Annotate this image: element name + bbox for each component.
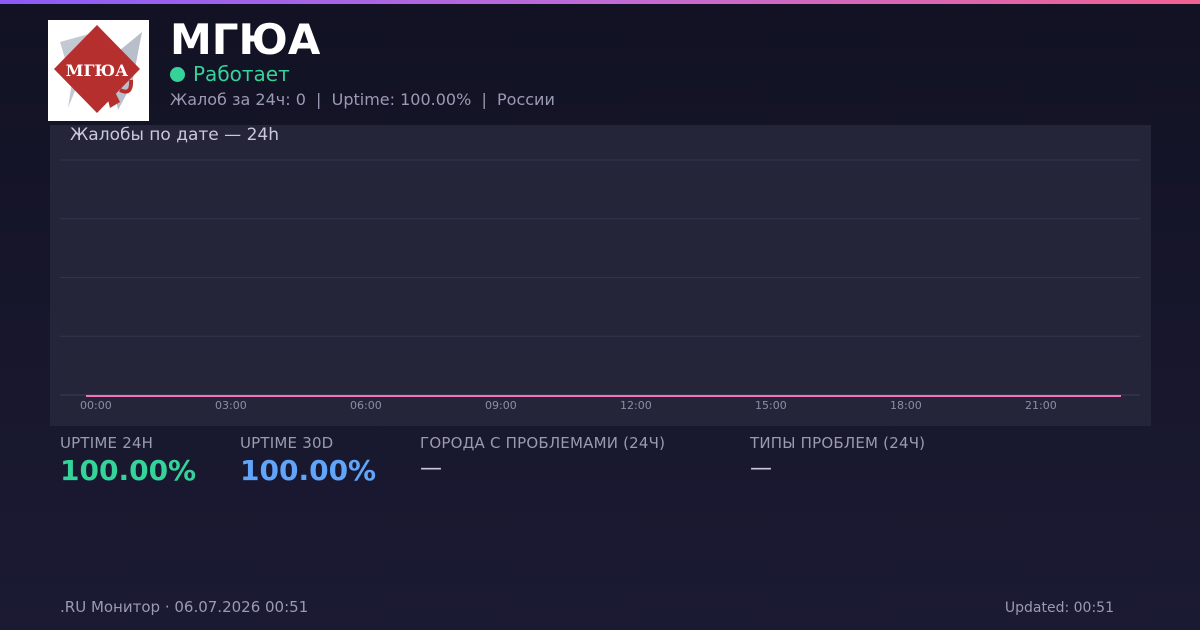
chart-title: Жалобы по дате — 24h	[70, 125, 279, 145]
x-tick-label: 00:00	[80, 399, 112, 412]
stat-value: —	[420, 456, 442, 481]
x-tick-label: 03:00	[215, 399, 247, 412]
complaints-chart: 00:00 03:00 06:00 09:00 12:00 15:00 18:00 21:00	[60, 159, 1140, 412]
x-tick-label: 12:00	[620, 399, 652, 412]
stat-value: 100.00%	[240, 454, 377, 487]
x-tick-label: 09:00	[485, 399, 517, 412]
stat-label: UPTIME 30D	[240, 434, 334, 452]
page-title: МГЮА	[170, 15, 321, 64]
x-tick-label: 06:00	[350, 399, 382, 412]
stat-value: 100.00%	[60, 454, 197, 487]
stat-uptime-24h: UPTIME 24H 100.00%	[60, 434, 196, 489]
stat-label: ТИПЫ ПРОБЛЕМ (24Ч)	[750, 434, 926, 452]
complaints-chart-panel: 00:00 03:00 06:00 09:00 12:00 15:00 18:00 21:00…	[50, 125, 1151, 426]
status-dot-icon	[170, 67, 185, 82]
stat-label: UPTIME 24H	[60, 434, 154, 452]
stat-uptime-30d: UPTIME 30D 100.00%	[240, 434, 376, 489]
stat-problem-types: ТИПЫ ПРОБЛЕМ (24Ч) —	[750, 434, 925, 484]
status-text: Работает	[193, 62, 290, 86]
stat-value: —	[750, 456, 772, 481]
summary-meta: Жалоб за 24ч: 0 | Uptime: 100.00% | Росс…	[170, 90, 555, 109]
stat-label: ГОРОДА С ПРОБЛЕМАМИ (24Ч)	[420, 434, 666, 452]
x-tick-label: 15:00	[755, 399, 787, 412]
x-tick-label: 18:00	[890, 399, 922, 412]
status-indicator: Работает	[170, 62, 290, 86]
brand-logo: МГЮА	[48, 20, 149, 121]
footer-brand-timestamp: .RU Монитор · 06.07.2026 00:51	[60, 598, 309, 616]
stat-problem-cities: ГОРОДА С ПРОБЛЕМАМИ (24Ч) —	[420, 434, 665, 484]
x-tick-label: 21:00	[1025, 399, 1057, 412]
top-accent-bar	[0, 0, 1200, 4]
logo-text: МГЮА	[66, 61, 128, 80]
footer-updated: Updated: 00:51	[1004, 600, 1114, 616]
